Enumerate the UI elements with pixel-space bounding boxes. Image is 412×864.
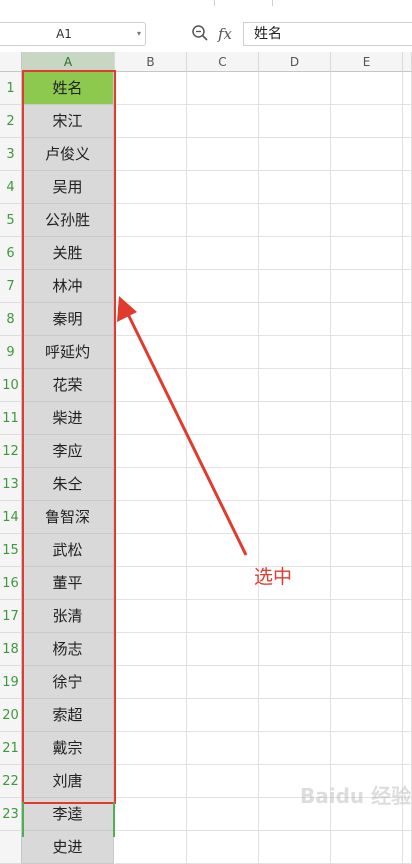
annotation-arrow (117, 296, 248, 556)
annotation-label: 选中 (254, 566, 293, 588)
watermark: Baidu 经验 (300, 784, 412, 808)
